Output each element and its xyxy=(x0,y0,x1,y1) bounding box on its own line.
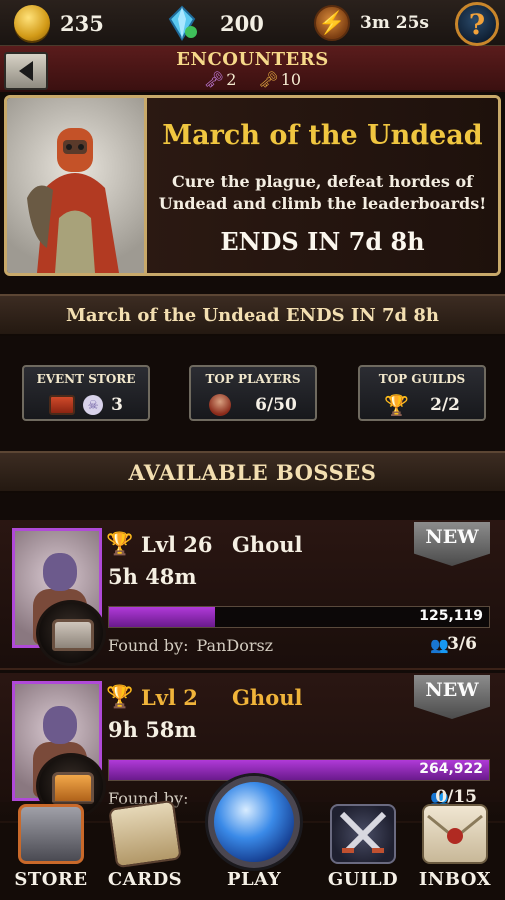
boss-health-value: 125,119 xyxy=(419,608,483,624)
boss-name: Ghoul xyxy=(232,532,303,557)
event-countdown: ENDS IN 7d 8h xyxy=(220,227,425,256)
nav-cards[interactable]: CARDS xyxy=(100,799,190,900)
nav-inbox-label: INBOX xyxy=(418,869,492,890)
found-by: Found by: PanDorsz xyxy=(108,636,274,655)
event-store-label: EVENT STORE xyxy=(36,372,136,386)
event-store-button[interactable]: EVENT STORE ☠ 3 xyxy=(22,365,150,421)
top-players-label: TOP PLAYERS xyxy=(205,372,301,386)
nav-inbox[interactable]: INBOX xyxy=(410,802,500,900)
nav-store-label: STORE xyxy=(14,869,88,890)
help-button[interactable]: ? xyxy=(455,2,499,46)
key-counter-purple: 🗝 2 xyxy=(203,70,237,89)
chest-icon xyxy=(49,395,76,415)
event-title: March of the Undead xyxy=(162,120,483,151)
gold-counter[interactable]: 235 xyxy=(14,5,104,41)
nav-cards-label: CARDS xyxy=(107,869,183,890)
nav-play[interactable]: PLAY xyxy=(208,776,300,900)
energy-timer-text: 3m 25s xyxy=(360,13,429,33)
gold-amount: 235 xyxy=(60,10,104,36)
boss-name: Ghoul xyxy=(232,685,303,710)
gem-counter[interactable]: 200 xyxy=(164,5,264,41)
boss-time-remaining: 9h 58m xyxy=(108,717,197,742)
player-head-icon xyxy=(209,394,232,416)
boss-health-value: 264,922 xyxy=(419,761,483,777)
gold-chest-icon xyxy=(52,772,94,804)
envelope-icon xyxy=(422,804,488,864)
skull-icon: ☠ xyxy=(83,395,104,415)
nav-guild[interactable]: GUILD xyxy=(318,802,408,900)
silver-chest-icon xyxy=(52,619,94,651)
encounters-title: ENCOUNTERS xyxy=(176,49,329,70)
trophy-icon: 🏆 xyxy=(384,393,409,417)
gem-icon xyxy=(164,5,200,41)
key-counters: 🗝 2 🗝 10 xyxy=(0,70,505,89)
new-badge: NEW xyxy=(414,675,490,719)
purple-key-icon: 🗝 xyxy=(203,70,225,89)
boss-level: Lvl 26 xyxy=(141,532,213,557)
event-description: Cure the plague, defeat hordes of Undead… xyxy=(158,172,487,213)
new-badge: NEW xyxy=(414,522,490,566)
event-banner[interactable]: March of the Undead Cure the plague, def… xyxy=(4,95,501,276)
bottom-navigation: STORE CARDS PLAY GUILD INBOX xyxy=(0,776,505,900)
boss-level: Lvl 2 xyxy=(141,685,198,710)
energy-timer[interactable]: ⚡ 3m 25s xyxy=(314,5,429,41)
play-orb-icon xyxy=(208,776,300,868)
available-bosses-header: AVAILABLE BOSSES xyxy=(0,451,505,493)
lightning-icon: ⚡ xyxy=(314,5,350,41)
silver-trophy-icon: 🏆 xyxy=(106,532,134,557)
nav-store[interactable]: STORE xyxy=(6,802,96,900)
boss-health-bar: 264,922 xyxy=(108,759,490,781)
question-mark-icon: ? xyxy=(468,7,486,41)
encounters-header: ENCOUNTERS 🗝 2 🗝 10 xyxy=(0,46,505,92)
resource-bar: 235 200 ⚡ 3m 25s ? xyxy=(0,0,505,46)
top-players-count: 6/50 xyxy=(255,395,297,415)
party-count: 3/6 xyxy=(447,634,477,654)
event-store-count: 3 xyxy=(111,395,123,415)
finder-name: PanDorsz xyxy=(196,636,274,655)
boss-health-fill xyxy=(109,607,216,627)
gold-trophy-icon: 🏆 xyxy=(106,685,134,710)
top-players-button[interactable]: TOP PLAYERS 6/50 xyxy=(189,365,317,421)
boss-health-bar: 125,119 xyxy=(108,606,490,628)
event-info: March of the Undead Cure the plague, def… xyxy=(147,98,498,273)
boss-time-remaining: 5h 48m xyxy=(108,564,197,589)
top-guilds-label: TOP GUILDS xyxy=(378,372,466,386)
top-guilds-count: 2/2 xyxy=(430,395,460,415)
crossed-swords-icon xyxy=(330,804,396,864)
cards-icon xyxy=(108,799,182,869)
nav-guild-label: GUILD xyxy=(327,869,399,890)
key-counter-gold: 🗝 10 xyxy=(258,70,302,89)
event-ends-banner: March of the Undead ENDS IN 7d 8h xyxy=(0,294,505,336)
boss-card[interactable]: 🏆 Lvl 26 Ghoul 5h 48m NEW 125,119 Found … xyxy=(0,520,505,670)
gold-key-icon: 🗝 xyxy=(258,70,279,89)
nav-play-label: PLAY xyxy=(226,869,282,890)
gold-coin-icon xyxy=(14,5,50,41)
top-guilds-button[interactable]: TOP GUILDS 🏆 2/2 xyxy=(358,365,486,421)
gem-amount: 200 xyxy=(220,10,264,36)
loot-chest-badge xyxy=(36,600,106,666)
plague-doctor-portrait xyxy=(7,98,147,273)
treasure-chest-icon xyxy=(18,804,84,864)
